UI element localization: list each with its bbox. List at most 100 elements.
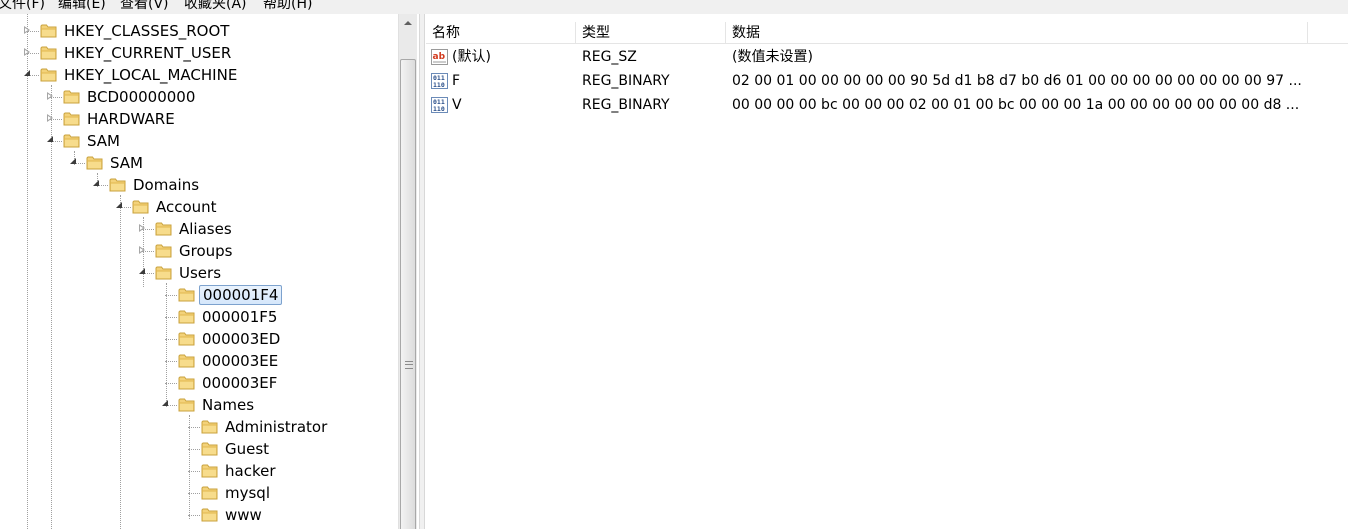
values-list[interactable]: 名称 类型 数据 ab (默认) REG_SZ (数值未设置) 011 110 … (426, 14, 1348, 529)
folder-icon (178, 375, 195, 390)
menu-favorites[interactable]: 收藏夹(A) (184, 0, 247, 13)
collapse-arrow-icon[interactable] (93, 180, 99, 186)
folder-icon (40, 23, 57, 38)
tree-line (188, 427, 200, 428)
value-row[interactable]: 011 110 F REG_BINARY 02 00 01 00 00 00 0… (426, 70, 1348, 93)
tree-node[interactable]: Account (0, 196, 398, 218)
tree-node[interactable]: 000003ED (0, 328, 398, 350)
tree-node[interactable]: SAM (0, 130, 398, 152)
column-header-type[interactable]: 类型 (576, 22, 726, 44)
tree-node-label: 000003EF (202, 374, 278, 392)
folder-icon (63, 111, 80, 126)
tree-node-label: HKEY_LOCAL_MACHINE (64, 66, 238, 84)
column-header-data[interactable]: 数据 (726, 22, 1308, 44)
tree-line (188, 515, 200, 516)
folder-icon (63, 133, 80, 148)
scroll-up-button[interactable] (399, 14, 417, 32)
tree-line (188, 449, 200, 450)
column-header-name[interactable]: 名称 (426, 22, 576, 44)
tree-node[interactable]: Users (0, 262, 398, 284)
value-type: REG_SZ (582, 49, 637, 65)
tree-scrollbar[interactable] (398, 14, 417, 529)
tree-node[interactable]: HKEY_LOCAL_MACHINE (0, 64, 398, 86)
tree-node-label: Users (179, 264, 222, 282)
menu-file[interactable]: 文件(F) (0, 0, 45, 13)
tree-node-label: Account (156, 198, 217, 216)
pane-splitter[interactable] (420, 14, 425, 529)
value-row[interactable]: ab (默认) REG_SZ (数值未设置) (426, 46, 1348, 69)
list-header: 名称 类型 数据 (426, 22, 1348, 44)
grip-icon (405, 361, 413, 369)
tree-line (165, 383, 177, 384)
tree-node[interactable]: 000003EF (0, 372, 398, 394)
value-row[interactable]: 011 110 V REG_BINARY 00 00 00 00 bc 00 0… (426, 94, 1348, 117)
folder-icon (178, 309, 195, 324)
expand-arrow-icon[interactable] (47, 114, 53, 122)
expand-arrow-icon[interactable] (139, 246, 145, 254)
collapse-arrow-icon[interactable] (116, 202, 122, 208)
tree-node-label: 000003ED (202, 330, 281, 348)
expand-arrow-icon[interactable] (47, 92, 53, 100)
registry-tree[interactable]: HKEY_CLASSES_ROOT HKEY_CURRENT_USER HKEY_L… (0, 14, 420, 529)
tree-node[interactable]: HARDWARE (0, 108, 398, 130)
tree-node[interactable]: SAM (0, 152, 398, 174)
folder-icon (86, 155, 103, 170)
tree-node[interactable]: hacker (0, 460, 398, 482)
folder-icon (132, 199, 149, 214)
tree-node[interactable]: BCD00000000 (0, 86, 398, 108)
binary-value-icon: 011 110 (431, 73, 448, 89)
value-name: F (452, 73, 461, 89)
tree-node-label: Groups (179, 242, 233, 260)
tree-node[interactable]: 000003EE (0, 350, 398, 372)
tree-node-label: 000001F4 (199, 285, 283, 305)
collapse-arrow-icon[interactable] (47, 136, 53, 142)
folder-icon (201, 419, 218, 434)
svg-text:110: 110 (433, 105, 445, 113)
tree-node[interactable]: Groups (0, 240, 398, 262)
string-value-icon: ab (431, 49, 448, 65)
tree-node[interactable]: mysql (0, 482, 398, 504)
tree-node-label: Guest (225, 440, 270, 458)
folder-icon (178, 353, 195, 368)
folder-icon (63, 89, 80, 104)
tree-node[interactable]: Names (0, 394, 398, 416)
tree-node-label: HARDWARE (87, 110, 175, 128)
tree-node-label: HKEY_CLASSES_ROOT (64, 22, 230, 40)
folder-icon (201, 485, 218, 500)
menu-bar: 文件(F) 编辑(E) 查看(V) 收藏夹(A) 帮助(H) (0, 0, 1348, 14)
collapse-arrow-icon[interactable] (139, 268, 145, 274)
folder-icon (201, 441, 218, 456)
tree-line (165, 317, 177, 318)
expand-arrow-icon[interactable] (24, 26, 30, 34)
menu-edit[interactable]: 编辑(E) (58, 0, 106, 13)
collapse-arrow-icon[interactable] (24, 70, 30, 76)
menu-view[interactable]: 查看(V) (120, 0, 169, 13)
expand-arrow-icon[interactable] (139, 224, 145, 232)
collapse-arrow-icon[interactable] (70, 158, 76, 164)
folder-icon (155, 221, 172, 236)
tree-node-label: BCD00000000 (87, 88, 196, 106)
tree-node[interactable]: Administrator (0, 416, 398, 438)
folder-icon (178, 287, 195, 302)
tree-node[interactable]: Aliases (0, 218, 398, 240)
tree-node-label: Domains (133, 176, 200, 194)
tree-node-label: SAM (110, 154, 144, 172)
tree-node[interactable]: Guest (0, 438, 398, 460)
expand-arrow-icon[interactable] (24, 48, 30, 56)
folder-icon (178, 397, 195, 412)
tree-node[interactable]: HKEY_CLASSES_ROOT (0, 20, 398, 42)
collapse-arrow-icon[interactable] (162, 400, 168, 406)
tree-node[interactable]: Domains (0, 174, 398, 196)
menu-help[interactable]: 帮助(H) (263, 0, 312, 13)
tree-node-label: Aliases (179, 220, 232, 238)
scroll-thumb[interactable] (400, 59, 416, 529)
tree-node[interactable]: HKEY_CURRENT_USER (0, 42, 398, 64)
tree-node[interactable]: 000001F5 (0, 306, 398, 328)
tree-line (165, 339, 177, 340)
tree-node[interactable]: www (0, 504, 398, 526)
value-name: V (452, 97, 462, 113)
tree-line (165, 295, 177, 296)
tree-node-label: mysql (225, 484, 270, 502)
tree-node-label: www (225, 506, 262, 524)
tree-node[interactable]: 000001F4 (0, 284, 398, 306)
